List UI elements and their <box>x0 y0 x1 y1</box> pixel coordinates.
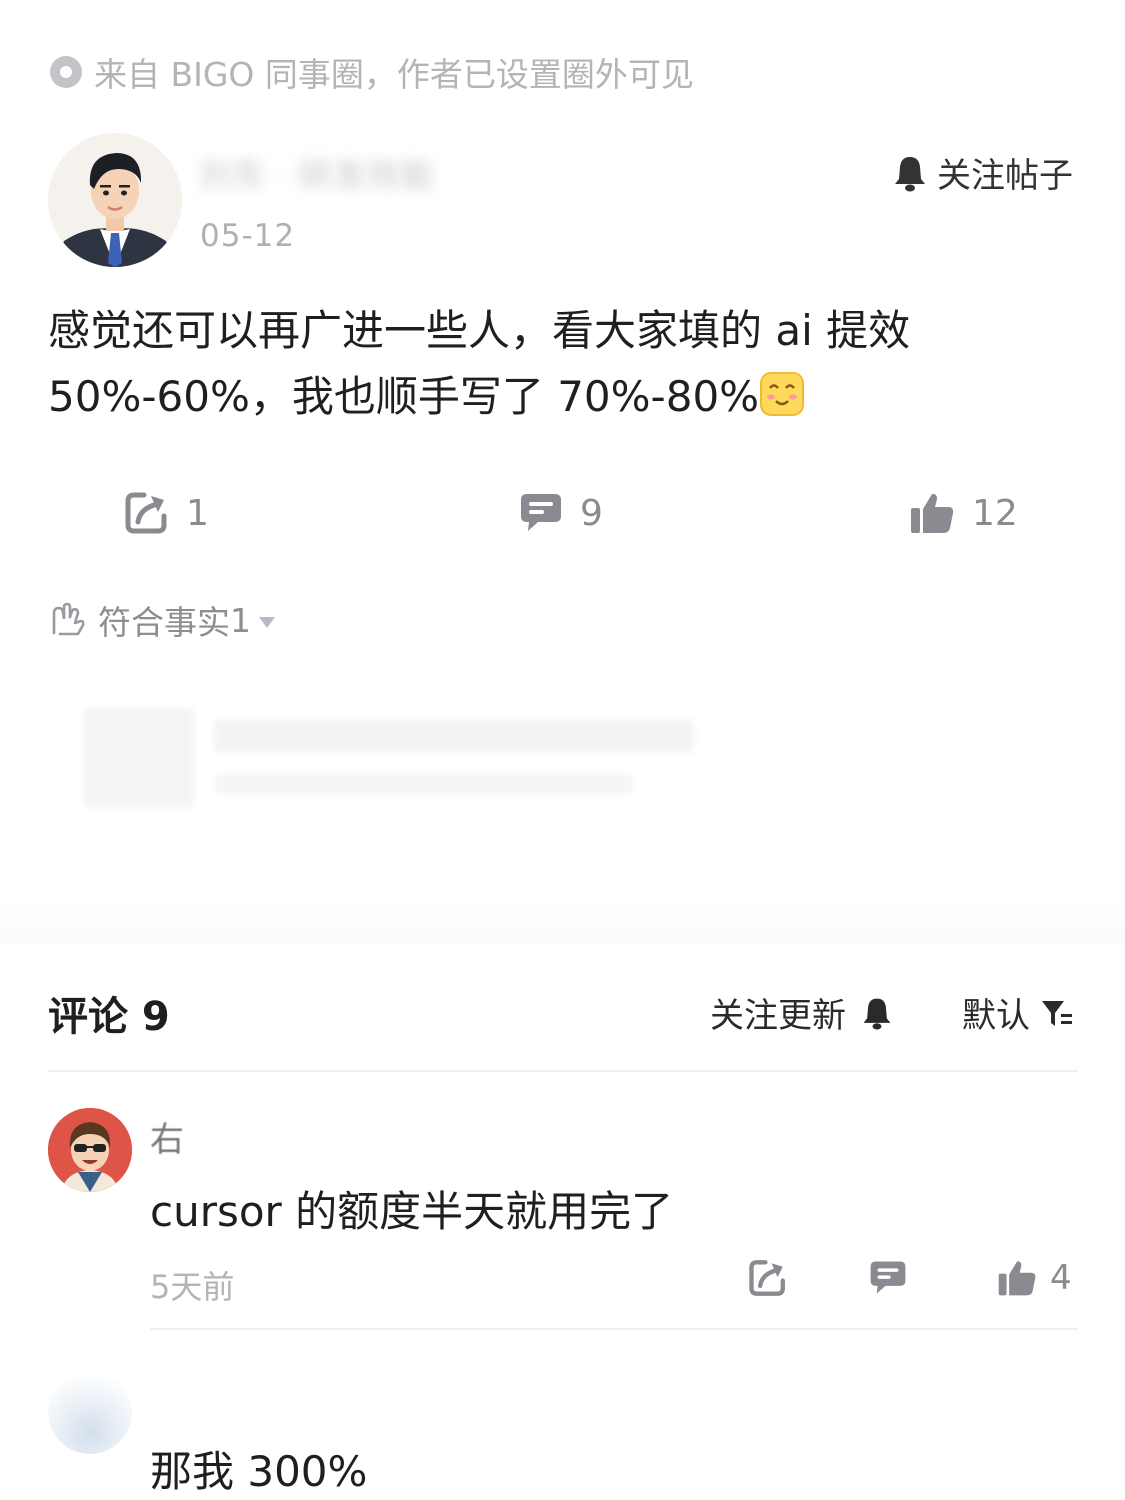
bell-icon <box>895 156 925 191</box>
divider <box>48 1070 1078 1072</box>
ghost-card <box>84 708 1044 818</box>
ghost-thumbnail <box>84 708 194 808</box>
comment-reply-button[interactable] <box>868 1258 908 1298</box>
comments-title: 评论 9 <box>48 994 170 1040</box>
like-count: 12 <box>972 492 1018 534</box>
thumbs-up-icon <box>998 1261 1036 1296</box>
commenter-avatar[interactable] <box>48 1370 132 1454</box>
comment-icon <box>521 494 561 531</box>
avatar-illustration <box>48 1108 132 1192</box>
caret-down-icon[interactable] <box>259 616 275 628</box>
sort-label: 默认 <box>962 996 1030 1036</box>
comment-count: 9 <box>580 492 603 534</box>
comment-time: 5天前 <box>150 1268 235 1306</box>
follow-updates-label: 关注更新 <box>710 996 846 1036</box>
post-body-line-2: 50%-60%，我也顺手写了 70%-80% <box>48 364 1078 430</box>
reaction-summary[interactable]: 符合事实 1 <box>48 596 275 644</box>
commenter-avatar[interactable] <box>48 1108 132 1192</box>
share-icon <box>749 1260 785 1296</box>
ghost-line <box>214 720 694 752</box>
follow-post-label: 关注帖子 <box>937 156 1073 196</box>
follow-post-button[interactable]: 关注帖子 <box>891 148 1073 197</box>
reaction-count: 1 <box>230 600 251 640</box>
avatar-illustration <box>48 133 182 267</box>
source-label: 来自 BIGO 同事圈，作者已设置圈外可见 <box>48 48 694 96</box>
source-text: 来自 BIGO 同事圈，作者已设置圈外可见 <box>94 55 694 94</box>
comment-share-button[interactable] <box>748 1258 788 1298</box>
post-body-line-2-text: 50%-60%，我也顺手写了 70%-80% <box>48 372 760 421</box>
post-body: 感觉还可以再广进一些人，看大家填的 ai 提效 50%-60%，我也顺手写了 7… <box>48 298 1078 430</box>
ghost-line <box>214 774 634 794</box>
filter-icon <box>1042 1000 1072 1026</box>
post-body-line-1: 感觉还可以再广进一些人，看大家填的 ai 提效 <box>48 306 911 355</box>
author-avatar[interactable] <box>48 133 182 267</box>
like-button[interactable]: 12 <box>908 490 1018 536</box>
share-icon <box>125 492 167 534</box>
hands-reaction-icon <box>52 602 85 636</box>
author-name[interactable]: 刘东 · 研发效能 <box>198 148 434 197</box>
thumbs-up-icon <box>911 493 954 533</box>
blushing-smile-emoji-icon <box>760 372 805 416</box>
reaction-label: 符合事实 <box>98 603 230 642</box>
section-separator <box>0 900 1125 944</box>
comment-text: cursor 的额度半天就用完了 <box>150 1187 674 1236</box>
share-count: 1 <box>186 492 209 534</box>
commenter-name[interactable]: 右 <box>150 1112 184 1161</box>
post-date: 05-12 <box>200 218 296 254</box>
comment-text: 那我 300% <box>150 1447 368 1496</box>
divider <box>150 1328 1078 1330</box>
comment-button[interactable]: 9 <box>518 490 603 536</box>
follow-updates-button[interactable]: 关注更新 <box>710 988 894 1037</box>
share-button[interactable]: 1 <box>124 490 209 536</box>
circle-dot-icon <box>50 56 82 88</box>
comment-like-button[interactable]: 4 <box>996 1258 1072 1298</box>
comment-icon <box>870 1261 906 1294</box>
sort-dropdown[interactable]: 默认 <box>962 988 1074 1037</box>
comment-like-count: 4 <box>1050 1258 1072 1298</box>
bell-icon <box>863 998 891 1030</box>
